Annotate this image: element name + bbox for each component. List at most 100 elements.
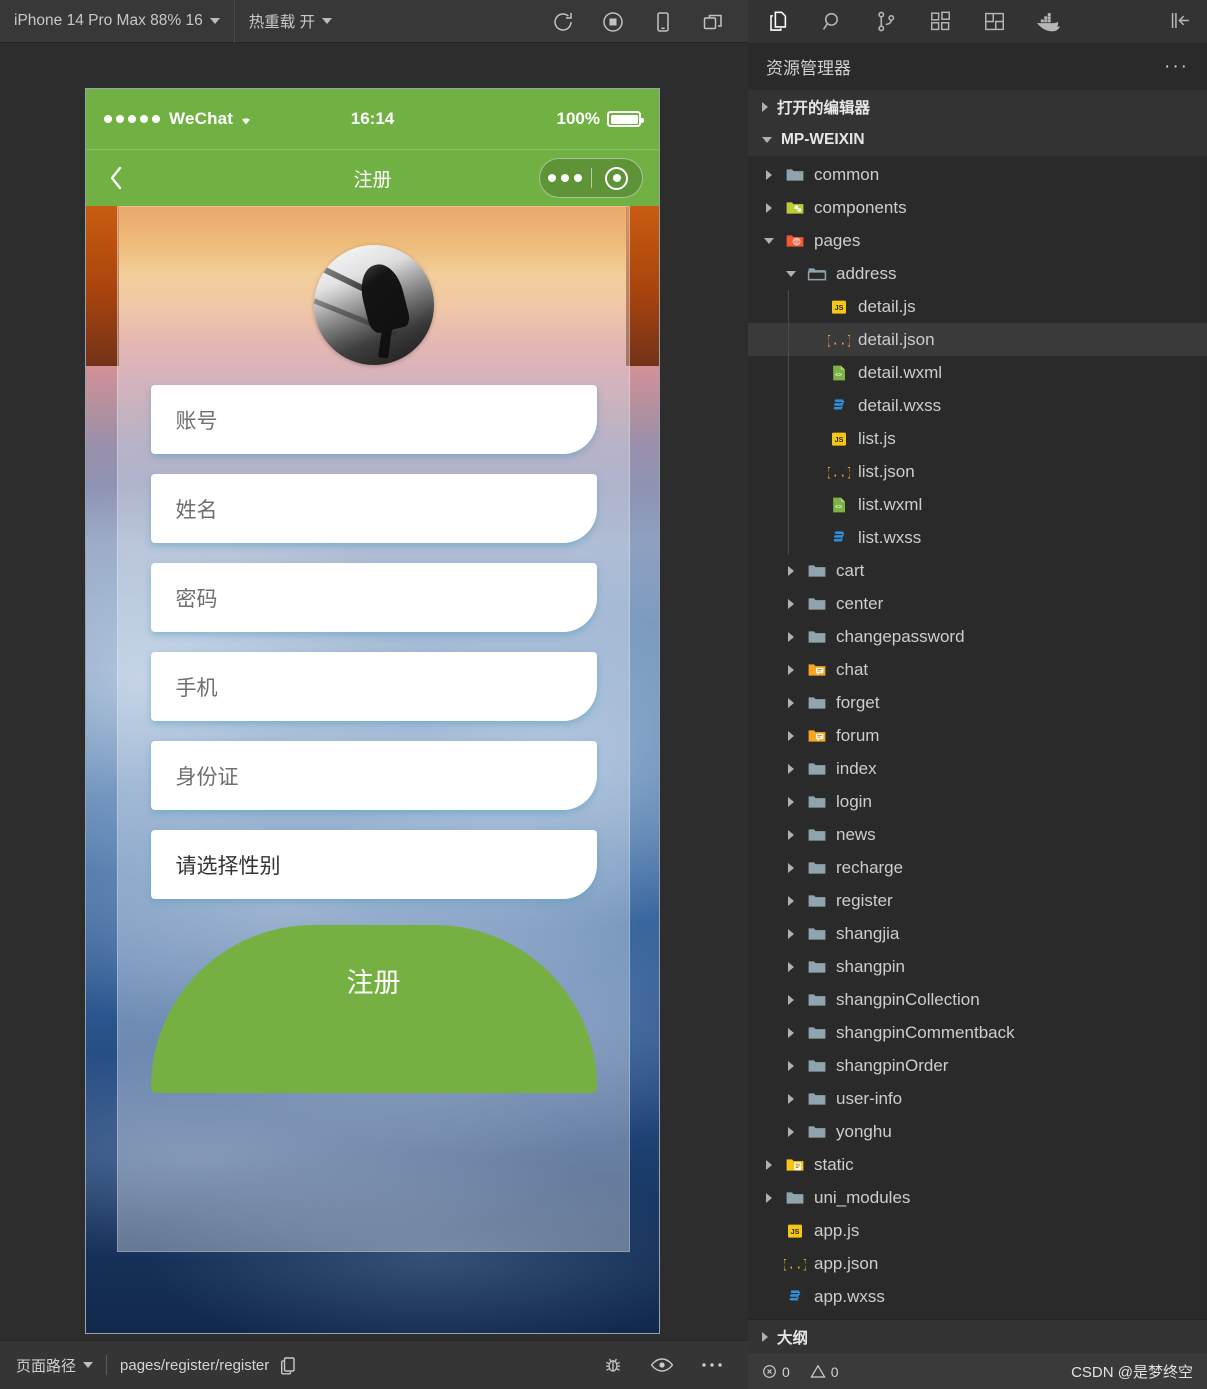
folder-icon [806, 560, 828, 582]
chevron-right-icon[interactable] [784, 696, 798, 710]
chevron-left-icon[interactable] [102, 164, 130, 192]
chevron-right-icon[interactable] [762, 201, 776, 215]
gender-select[interactable]: 请选择性别 [150, 830, 597, 899]
chevron-right-icon[interactable] [784, 663, 798, 677]
chevron-right-icon[interactable] [762, 1191, 776, 1205]
chevron-right-icon[interactable] [762, 168, 776, 182]
account-field[interactable]: 账号 [150, 385, 597, 454]
tree-file-app-json[interactable]: {..} app.json [748, 1247, 1207, 1280]
tree-file-app-js[interactable]: JS app.js [748, 1214, 1207, 1247]
tree-folder-cart[interactable]: cart [748, 554, 1207, 587]
bug-icon[interactable] [602, 1354, 624, 1376]
error-count[interactable]: 0 [762, 1364, 790, 1380]
tree-folder-shangjia[interactable]: shangjia [748, 917, 1207, 950]
tree-folder-user-info[interactable]: user-info [748, 1082, 1207, 1115]
section-workspace[interactable]: MP-WEIXIN [748, 123, 1207, 156]
chevron-right-icon[interactable] [784, 993, 798, 1007]
chevron-right-icon[interactable] [784, 1026, 798, 1040]
chevron-right-icon[interactable] [784, 762, 798, 776]
tree-file-detail-wxml[interactable]: <> detail.wxml [748, 356, 1207, 389]
chevron-right-icon[interactable] [784, 1059, 798, 1073]
tree-file-list-wxss[interactable]: list.wxss [748, 521, 1207, 554]
page-path-selector[interactable]: 页面路径 [16, 1355, 94, 1376]
hotreload-selector[interactable]: 热重载 开 [235, 0, 346, 43]
device-selector[interactable]: iPhone 14 Pro Max 88% 16 [0, 0, 235, 43]
tree-folder-recharge[interactable]: recharge [748, 851, 1207, 884]
docker-icon[interactable] [1034, 8, 1062, 36]
tree-file-detail-js[interactable]: JS detail.js [748, 290, 1207, 323]
register-button[interactable]: 注册 [150, 925, 597, 1093]
svg-text:JS: JS [835, 302, 844, 311]
tree-folder-center[interactable]: center [748, 587, 1207, 620]
tree-folder-forum[interactable]: forum [748, 719, 1207, 752]
tree-folder-static[interactable]: static [748, 1148, 1207, 1181]
device-icon[interactable] [650, 9, 676, 35]
avatar[interactable] [313, 245, 434, 365]
tree-folder-components[interactable]: components [748, 191, 1207, 224]
search-icon[interactable] [818, 8, 846, 36]
tree-folder-address[interactable]: address [748, 257, 1207, 290]
tree-folder-register[interactable]: register [748, 884, 1207, 917]
chevron-down-icon[interactable] [784, 267, 798, 281]
css-icon [784, 1286, 806, 1308]
chevron-right-icon[interactable] [784, 1125, 798, 1139]
tree-folder-shangpin[interactable]: shangpin [748, 950, 1207, 983]
tree-folder-index[interactable]: index [748, 752, 1207, 785]
section-outline[interactable]: 大纲 [748, 1319, 1207, 1354]
chevron-right-icon[interactable] [784, 630, 798, 644]
collapse-sidebar-icon[interactable] [1168, 8, 1193, 38]
tree-folder-news[interactable]: news [748, 818, 1207, 851]
tree-file-list-json[interactable]: {..} list.json [748, 455, 1207, 488]
tree-folder-uni-modules[interactable]: uni_modules [748, 1181, 1207, 1214]
file-tree[interactable]: common components <> pages address JS detail.j… [748, 156, 1207, 1319]
warning-count[interactable]: 0 [810, 1364, 839, 1380]
tree-file-list-wxml[interactable]: <> list.wxml [748, 488, 1207, 521]
target-icon[interactable] [592, 166, 643, 190]
tree-folder-yonghu[interactable]: yonghu [748, 1115, 1207, 1148]
chevron-right-icon[interactable] [784, 1092, 798, 1106]
chevron-right-icon[interactable] [784, 795, 798, 809]
more-dots-icon[interactable] [700, 1361, 724, 1369]
more-dots-icon[interactable] [540, 174, 591, 182]
name-field[interactable]: 姓名 [150, 474, 597, 543]
tree-folder-forget[interactable]: forget [748, 686, 1207, 719]
tree-item-label: shangpinCommentback [836, 1022, 1015, 1042]
tree-file-detail-wxss[interactable]: detail.wxss [748, 389, 1207, 422]
tree-file-detail-json[interactable]: {..} detail.json [748, 323, 1207, 356]
phone-field[interactable]: 手机 [150, 652, 597, 721]
tree-folder-shangpincollection[interactable]: shangpinCollection [748, 983, 1207, 1016]
multiscreen-icon[interactable] [700, 9, 726, 35]
tree-folder-shangpincommentback[interactable]: shangpinCommentback [748, 1016, 1207, 1049]
chevron-right-icon[interactable] [784, 894, 798, 908]
chevron-right-icon[interactable] [762, 1158, 776, 1172]
refresh-icon[interactable] [550, 9, 576, 35]
chevron-right-icon[interactable] [784, 861, 798, 875]
tree-folder-shangpinorder[interactable]: shangpinOrder [748, 1049, 1207, 1082]
tree-folder-pages[interactable]: <> pages [748, 224, 1207, 257]
chevron-right-icon[interactable] [784, 828, 798, 842]
tree-folder-common[interactable]: common [748, 158, 1207, 191]
source-control-icon[interactable] [872, 8, 900, 36]
chevron-right-icon[interactable] [784, 927, 798, 941]
chevron-right-icon[interactable] [784, 564, 798, 578]
tree-folder-chat[interactable]: chat [748, 653, 1207, 686]
files-icon[interactable] [764, 8, 792, 36]
extensions-icon[interactable] [926, 8, 954, 36]
tree-file-app-wxss[interactable]: app.wxss [748, 1280, 1207, 1313]
tree-folder-login[interactable]: login [748, 785, 1207, 818]
chevron-right-icon[interactable] [784, 729, 798, 743]
folder-icon [806, 1121, 828, 1143]
idcard-field[interactable]: 身份证 [150, 741, 597, 810]
copy-icon[interactable] [279, 1355, 297, 1375]
chevron-right-icon[interactable] [784, 597, 798, 611]
chevron-right-icon[interactable] [784, 960, 798, 974]
layout-icon[interactable] [980, 8, 1008, 36]
tree-file-list-js[interactable]: JS list.js [748, 422, 1207, 455]
more-dots-icon[interactable]: ··· [1164, 57, 1189, 76]
section-open-editors[interactable]: 打开的编辑器 [748, 90, 1207, 123]
stop-icon[interactable] [600, 9, 626, 35]
eye-icon[interactable] [650, 1356, 674, 1374]
chevron-down-icon[interactable] [762, 234, 776, 248]
tree-folder-changepassword[interactable]: changepassword [748, 620, 1207, 653]
password-field[interactable]: 密码 [150, 563, 597, 632]
